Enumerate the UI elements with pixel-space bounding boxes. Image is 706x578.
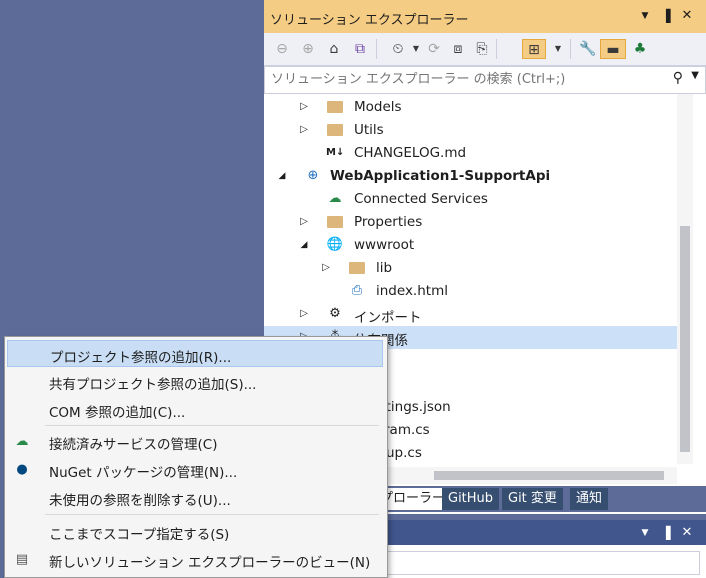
tree-item-wwwroot[interactable]: ◢ 🌐 wwwroot [264, 234, 677, 257]
folder-icon [326, 121, 344, 139]
connected-services-icon: ☁ [15, 434, 29, 449]
tree-item-label: Connected Services [354, 191, 488, 207]
view-dropdown-icon[interactable]: ▼ [548, 39, 568, 59]
pin-icon[interactable]: ▐ [657, 6, 675, 26]
tree-item-label: up.cs [386, 445, 422, 461]
forward-icon[interactable]: ⊕ [298, 39, 318, 59]
expand-arrow-icon[interactable]: ▷ [298, 98, 310, 116]
expand-arrow-icon[interactable]: ▷ [298, 305, 310, 323]
menu-item-add-com-reference[interactable]: COM 参照の追加(C)... [7, 396, 383, 423]
menu-item-label: プロジェクト参照の追加(R)... [50, 350, 232, 366]
tree-item-utils[interactable]: ▷ Utils [264, 119, 677, 142]
search-input[interactable] [265, 67, 661, 91]
search-icon[interactable]: ⚲ [673, 70, 683, 86]
tree-item-label: index.html [376, 283, 448, 299]
close-icon[interactable]: ✕ [678, 6, 696, 26]
solution-explorer-toolbar: ⊖ ⊕ ⌂ ⧉ ⏲ ▼ ⟳ ⧈ ⎘ ⊞ ▼ 🔧 ▬ ♣ [264, 33, 706, 66]
collapse-all-icon[interactable]: ⧈ [448, 39, 468, 59]
menu-separator [45, 425, 379, 426]
vertical-scrollbar[interactable] [677, 94, 693, 464]
menu-item-add-shared-project-reference[interactable]: 共有プロジェクト参照の追加(S)... [7, 368, 383, 395]
pending-changes-filter-icon[interactable]: ⏲ [388, 39, 408, 59]
menu-item-manage-connected-services[interactable]: ☁ 接続済みサービスの管理(C) [7, 428, 383, 455]
menu-item-new-solution-explorer-view[interactable]: ▤ 新しいソリューション エクスプローラーのビュー(N) [7, 546, 383, 573]
nuget-icon: ● [16, 462, 28, 477]
globe-icon: 🌐 [326, 237, 344, 252]
preview-selected-icon[interactable]: ▬ [600, 39, 626, 59]
solution-explorer-titlebar: ソリューション エクスプローラー ▼ ▐ ✕ [264, 0, 706, 33]
tree-item-label: Properties [354, 214, 423, 230]
tab-notifications[interactable]: 通知 [570, 488, 609, 510]
menu-item-add-project-reference[interactable]: プロジェクト参照の追加(R)... [7, 340, 383, 367]
tree-item-imports[interactable]: ▷ ⚙ インポート [264, 303, 677, 326]
tree-item-label: wwwroot [354, 237, 415, 253]
tree-item-label: WebApplication1-SupportApi [330, 168, 551, 184]
properties-icon [326, 213, 344, 231]
expand-arrow-icon[interactable]: ▷ [298, 121, 310, 139]
tree-item-properties[interactable]: ▷ Properties [264, 211, 677, 234]
web-project-icon: ⊕ [307, 168, 319, 183]
new-view-icon: ▤ [15, 552, 29, 567]
horizontal-scroll-thumb[interactable] [434, 471, 664, 480]
close-icon[interactable]: ✕ [678, 523, 696, 543]
tree-item-label: Utils [354, 122, 384, 138]
sync-with-active-document-icon[interactable]: ⊞ [522, 39, 546, 59]
menu-item-manage-nuget-packages[interactable]: ● NuGet パッケージの管理(N)... [7, 456, 383, 483]
pin-icon[interactable]: ▐ [657, 523, 675, 543]
menu-item-label: 接続済みサービスの管理(C) [49, 437, 218, 453]
menu-item-label: NuGet パッケージの管理(N)... [49, 465, 238, 481]
tab-github[interactable]: GitHub [442, 488, 500, 510]
menu-item-label: 未使用の参照を削除する(U)... [49, 493, 231, 509]
tree-item-project[interactable]: ◢ ⊕ WebApplication1-SupportApi [264, 165, 677, 188]
tree-item-label: CHANGELOG.md [354, 145, 467, 161]
tree-item-label: Models [354, 99, 402, 115]
back-icon[interactable]: ⊖ [272, 39, 292, 59]
tree-item-models[interactable]: ▷ Models [264, 96, 677, 119]
markdown-icon: M↓ [326, 147, 345, 158]
menu-item-label: 共有プロジェクト参照の追加(S)... [49, 377, 257, 393]
tree-item-label: lib [376, 260, 393, 276]
properties-wrench-icon[interactable]: 🔧 [578, 39, 598, 59]
window-position-dropdown-icon[interactable]: ▼ [636, 6, 654, 26]
vertical-scroll-thumb[interactable] [680, 226, 690, 452]
home-icon[interactable]: ⌂ [324, 39, 344, 59]
show-all-files-icon[interactable]: ⎘ [472, 39, 492, 59]
imports-icon: ⚙ [329, 306, 341, 321]
sync-icon[interactable]: ⟳ [424, 39, 444, 59]
connected-services-icon: ☁ [328, 191, 342, 206]
tree-item-index-html[interactable]: ⎙ index.html [264, 280, 677, 303]
menu-item-label: 新しいソリューション エクスプローラーのビュー(N) [49, 555, 371, 571]
tree-item-changelog[interactable]: M↓ CHANGELOG.md [264, 142, 677, 165]
html-file-icon: ⎙ [351, 283, 363, 298]
collapse-arrow-icon[interactable]: ◢ [298, 236, 310, 254]
menu-item-label: ここまでスコープ指定する(S) [49, 527, 230, 543]
collapse-arrow-icon[interactable]: ◢ [276, 167, 288, 185]
tree-item-connected-services[interactable]: ☁ Connected Services [264, 188, 677, 211]
menu-item-scope-to-this[interactable]: ここまでスコープ指定する(S) [7, 518, 383, 545]
tab-git-changes[interactable]: Git 変更 [502, 488, 563, 510]
menu-item-remove-unused-references[interactable]: 未使用の参照を削除する(U)... [7, 484, 383, 511]
tree-item-label: インポート [354, 310, 422, 326]
folder-icon [326, 98, 344, 116]
switch-views-icon[interactable]: ⧉ [350, 39, 370, 59]
window-position-dropdown-icon[interactable]: ▼ [636, 523, 654, 543]
panel-title: ソリューション エクスプローラー [270, 13, 469, 28]
filter-dropdown-icon[interactable]: ▼ [406, 39, 426, 59]
expand-arrow-icon[interactable]: ▷ [320, 259, 332, 277]
tree-item-label: ram.cs [384, 422, 430, 438]
search-options-dropdown-icon[interactable]: ▼ [691, 70, 699, 81]
class-view-icon[interactable]: ♣ [630, 39, 650, 59]
solution-explorer-search[interactable]: ⚲ ▼ [264, 66, 706, 94]
context-menu: プロジェクト参照の追加(R)... 共有プロジェクト参照の追加(S)... CO… [4, 336, 388, 578]
folder-icon [348, 259, 366, 277]
menu-item-label: COM 参照の追加(C)... [49, 405, 186, 421]
expand-arrow-icon[interactable]: ▷ [298, 213, 310, 231]
tree-item-lib[interactable]: ▷ lib [264, 257, 677, 280]
menu-separator [45, 514, 379, 515]
